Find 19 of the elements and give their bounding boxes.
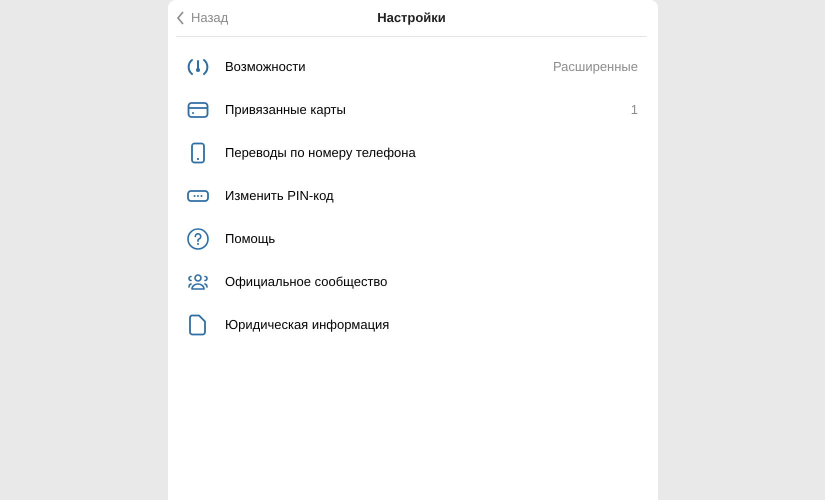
item-label: Официальное сообщество: [225, 272, 388, 291]
item-label: Изменить PIN-код: [225, 186, 334, 205]
help-icon: [186, 226, 210, 250]
page-title: Настройки: [377, 9, 446, 28]
settings-item[interactable]: Возможности Расширенные: [168, 45, 658, 88]
chevron-left-icon: [176, 11, 185, 25]
item-label: Привязанные карты: [225, 100, 346, 119]
settings-item[interactable]: Помощь: [168, 217, 658, 260]
settings-item[interactable]: Официальное сообщество: [168, 260, 658, 303]
item-label: Возможности: [225, 58, 306, 76]
item-value: 1: [630, 100, 638, 119]
settings-item[interactable]: Изменить PIN-код: [168, 174, 658, 217]
settings-item[interactable]: Привязанные карты 1: [168, 88, 658, 131]
item-label: Переводы по номеру телефона: [225, 144, 416, 162]
item-label: Помощь: [225, 230, 276, 248]
item-value: Расширенные: [552, 58, 638, 76]
settings-item[interactable]: Переводы по номеру телефона: [168, 131, 658, 174]
item-label: Юридическая информация: [225, 316, 390, 334]
settings-item[interactable]: Юридическая информация: [168, 303, 658, 346]
